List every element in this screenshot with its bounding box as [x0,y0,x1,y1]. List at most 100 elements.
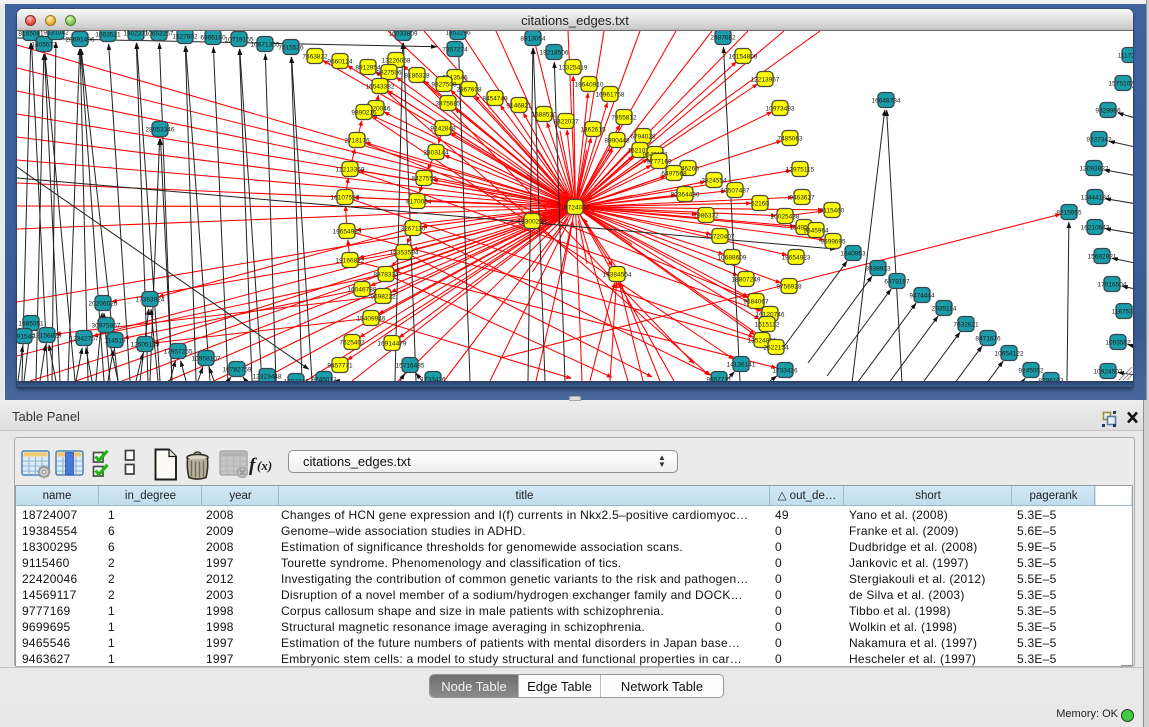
svg-text:1685061: 1685061 [18,321,44,328]
svg-text:8471676: 8471676 [975,336,1001,343]
svg-text:18724007: 18724007 [561,205,590,212]
svg-text:12213369: 12213369 [336,167,365,174]
svg-text:28053346: 28053346 [146,127,175,134]
svg-text:14136141: 14136141 [727,362,756,369]
svg-text:7515526: 7515526 [278,45,304,52]
svg-text:1362615: 1362615 [580,127,606,134]
svg-text:2967608: 2967608 [456,87,482,94]
svg-text:9245012: 9245012 [311,377,337,382]
svg-text:1733426: 1733426 [772,368,798,375]
svg-text:10654122: 10654122 [995,351,1024,358]
svg-text:9463627: 9463627 [789,195,815,202]
svg-text:12342757: 12342757 [70,336,99,343]
svg-text:20364436: 20364436 [671,192,700,199]
svg-text:114519: 114519 [104,338,126,345]
svg-text:16782759: 16782759 [223,367,252,374]
svg-text:1093582: 1093582 [1105,340,1131,347]
svg-text:12213967: 12213967 [751,77,780,84]
svg-text:8796103: 8796103 [1038,378,1064,382]
svg-text:1292346: 1292346 [283,379,309,382]
svg-text:1615112: 1615112 [755,322,780,329]
svg-text:9890216: 9890216 [351,110,377,117]
svg-text:9698222: 9698222 [370,294,396,301]
svg-text:3267110: 3267110 [401,226,426,233]
svg-text:3824554: 3824554 [701,178,727,185]
svg-text:9242848: 9242848 [430,126,456,133]
svg-text:9827506: 9827506 [376,70,402,77]
svg-text:12093822: 12093822 [1080,166,1109,173]
svg-text:2687682: 2687682 [710,35,736,42]
svg-text:9227342: 9227342 [1086,137,1112,144]
svg-text:1640953: 1640953 [840,251,866,258]
svg-text:9474444: 9474444 [909,293,935,300]
svg-text:15409946: 15409946 [357,316,386,323]
svg-text:15751074: 15751074 [1109,81,1133,88]
svg-text:9327508: 9327508 [431,82,457,89]
svg-text:9777169: 9777169 [646,159,672,166]
svg-text:12975115: 12975115 [786,167,815,174]
svg-text:3875685: 3875685 [435,101,461,108]
svg-text:6794028: 6794028 [630,134,656,141]
svg-text:6966160: 6966160 [200,35,226,42]
svg-text:12156829: 12156829 [33,333,62,340]
svg-text:1733426: 1733426 [420,377,446,382]
svg-text:1588520: 1588520 [531,112,557,119]
svg-text:19654983: 19654983 [333,229,362,236]
svg-text:8215955: 8215955 [1056,210,1082,217]
svg-text:16648784: 16648784 [872,98,901,105]
svg-text:13226058: 13226058 [382,58,411,65]
svg-text:18807249: 18807249 [732,277,761,284]
svg-text:8322037: 8322037 [553,119,579,126]
svg-text:10671355: 10671355 [251,42,280,49]
svg-text:2803144: 2803144 [423,150,449,157]
svg-text:16914479: 16914479 [378,341,407,348]
svg-text:6379197: 6379197 [884,279,910,286]
svg-text:15692921: 15692921 [1088,254,1117,261]
svg-text:2935114: 2935114 [932,306,957,313]
svg-text:2718176: 2718176 [344,138,370,145]
svg-text:18300295: 18300295 [518,219,547,226]
svg-text:7485063: 7485063 [777,136,803,143]
svg-text:9645964: 9645964 [803,228,829,235]
svg-text:1063521: 1063521 [95,32,121,39]
svg-text:1117264: 1117264 [1118,53,1133,60]
svg-text:10507487: 10507487 [721,188,750,195]
svg-text:10973493: 10973493 [766,106,795,113]
svg-text:10924502: 10924502 [1094,369,1123,376]
svg-text:6497568: 6497568 [661,171,687,178]
svg-text:19654923: 19654923 [782,255,811,262]
svg-text:10653257: 10653257 [145,31,174,38]
svg-text:16543382: 16543382 [366,84,395,91]
svg-text:9329966: 9329966 [1095,108,1121,115]
svg-text:20691406: 20691406 [66,37,95,44]
svg-text:20206526: 20206526 [89,301,118,308]
svg-text:10025438: 10025438 [771,214,800,221]
svg-text:18640910: 18640910 [575,82,604,89]
svg-text:17353924: 17353924 [136,297,165,304]
svg-text:17016504: 17016504 [1098,282,1127,289]
svg-text:9115460: 9115460 [820,208,845,215]
svg-text:19384554: 19384554 [603,272,632,279]
svg-text:7986372: 7986372 [693,213,719,220]
svg-text:8427552: 8427552 [411,176,437,183]
svg-text:817006: 817006 [406,199,428,206]
svg-text:15353594: 15353594 [390,250,419,257]
svg-text:12505135: 12505135 [131,342,160,349]
svg-text:12444184: 12444184 [1081,195,1110,202]
svg-text:19166822: 19166822 [336,258,365,265]
svg-text:7632621: 7632621 [953,322,979,329]
svg-text:8990448: 8990448 [604,138,630,145]
svg-text:16033809: 16033809 [389,31,418,38]
svg-text:13325419: 13325419 [559,65,588,72]
svg-text:16046788: 16046788 [348,287,377,294]
svg-text:16210643: 16210643 [1081,225,1110,232]
svg-text:9146821: 9146821 [506,103,532,110]
svg-text:16961758: 16961758 [596,92,625,99]
svg-text:1167534: 1167534 [1112,309,1133,316]
svg-text:(x): (x) [257,458,272,473]
svg-text:16107552: 16107552 [331,195,360,202]
svg-text:9657771: 9657771 [706,377,732,382]
svg-text:9699695: 9699695 [820,239,846,246]
svg-text:7955812: 7955812 [611,115,637,122]
svg-text:1405572: 1405572 [31,42,57,49]
